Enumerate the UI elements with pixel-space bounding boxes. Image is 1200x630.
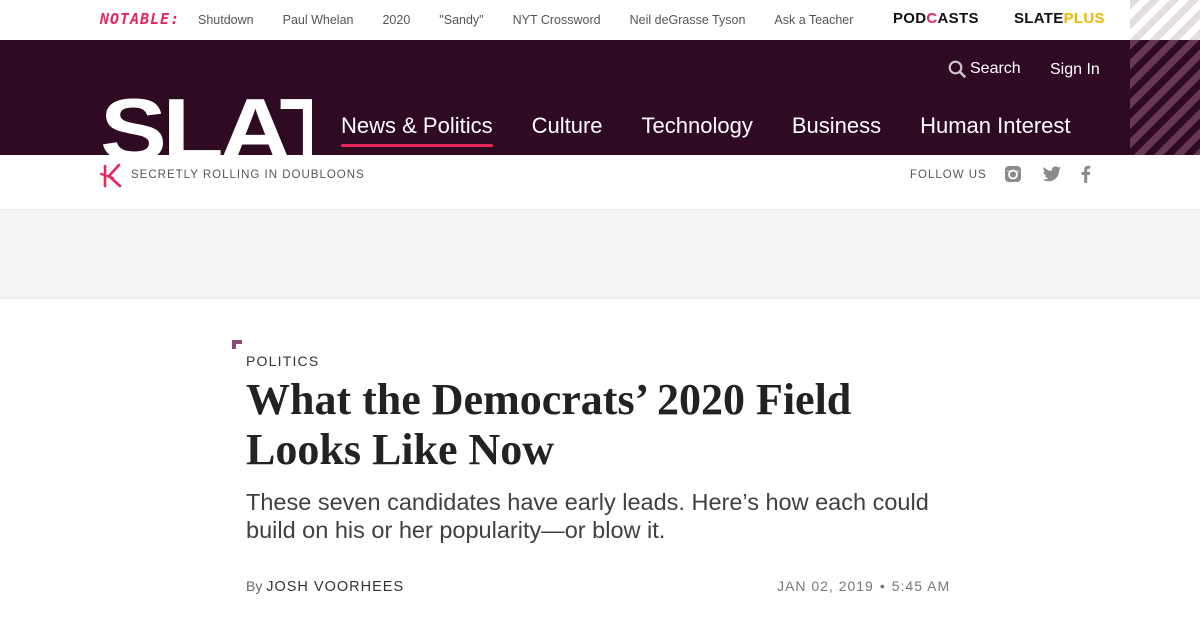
nav-culture[interactable]: Culture: [532, 113, 603, 139]
instagram-icon[interactable]: [1004, 165, 1022, 188]
nav-news-politics[interactable]: News & Politics: [341, 113, 493, 147]
slate-logo[interactable]: SLATE: [100, 90, 312, 155]
slate-monogram-icon: [100, 163, 122, 188]
nav-technology[interactable]: Technology: [642, 113, 753, 139]
tagline-bar: SECRETLY ROLLING IN DOUBLOONS FOLLOW US: [0, 155, 1200, 209]
date-separator: •: [879, 578, 886, 594]
slate-plus-link[interactable]: SLATEPLUS: [1014, 10, 1105, 27]
author-link[interactable]: JOSH VOORHEES: [266, 579, 404, 595]
sign-in-button[interactable]: Sign In: [1050, 61, 1100, 79]
corner-mark: [232, 340, 242, 349]
follow-us-label: FOLLOW US: [910, 169, 987, 181]
notable-logo: NOTABLE:: [100, 10, 181, 28]
notable-link-neil-degrasse-tyson[interactable]: Neil deGrasse Tyson: [630, 13, 746, 27]
slate-logo-text: SLATE: [100, 90, 312, 155]
slate-plus-logo-accent: PLUS: [1063, 10, 1105, 27]
ad-slot: [0, 209, 1200, 299]
nav-human-interest[interactable]: Human Interest: [920, 113, 1070, 139]
article-date: JAN 02, 2019: [777, 578, 874, 594]
search-button[interactable]: Search: [948, 60, 1021, 78]
hatch-decoration-dark: [1130, 40, 1200, 155]
notable-link-nyt-crossword[interactable]: NYT Crossword: [513, 13, 601, 27]
podcasts-link[interactable]: PODCASTS: [893, 10, 979, 27]
notable-link-paul-whelan[interactable]: Paul Whelan: [283, 13, 354, 27]
article-dek: These seven candidates have early leads.…: [246, 489, 929, 543]
nav-business[interactable]: Business: [792, 113, 881, 139]
notable-link-ask-a-teacher[interactable]: Ask a Teacher: [774, 13, 853, 27]
notable-link-shutdown[interactable]: Shutdown: [198, 13, 254, 27]
article-headline: What the Democrats’ 2020 Field Looks Lik…: [246, 375, 852, 474]
article-dateline: JAN 02, 2019 • 5:45 AM: [777, 578, 950, 594]
tagline-text: SECRETLY ROLLING IN DOUBLOONS: [131, 169, 365, 181]
article-time: 5:45 AM: [891, 578, 951, 594]
byline-prefix: By: [246, 578, 263, 594]
article-byline: By JOSH VOORHEES: [246, 578, 404, 595]
notable-link-2020[interactable]: 2020: [382, 13, 410, 27]
twitter-icon[interactable]: [1042, 166, 1062, 188]
search-icon: [948, 60, 966, 78]
search-label: Search: [970, 60, 1021, 77]
podcasts-logo-mark: C: [926, 10, 938, 27]
notable-bar: NOTABLE: Shutdown Paul Whelan 2020 "Sand…: [0, 0, 1200, 40]
slate-plus-logo-main: SLATE: [1014, 10, 1064, 27]
article-kicker[interactable]: POLITICS: [246, 353, 319, 369]
notable-links: Shutdown Paul Whelan 2020 "Sandy" NYT Cr…: [198, 0, 882, 40]
main-nav: News & Politics Culture Technology Busin…: [341, 113, 1110, 147]
facebook-icon[interactable]: [1080, 165, 1091, 188]
podcasts-logo-pre: POD: [893, 10, 927, 27]
main-header: Search Sign In SLATE News & Politics Cul…: [0, 40, 1130, 155]
podcasts-logo-post: ASTS: [937, 10, 979, 27]
notable-link-sandy[interactable]: "Sandy": [439, 13, 483, 27]
